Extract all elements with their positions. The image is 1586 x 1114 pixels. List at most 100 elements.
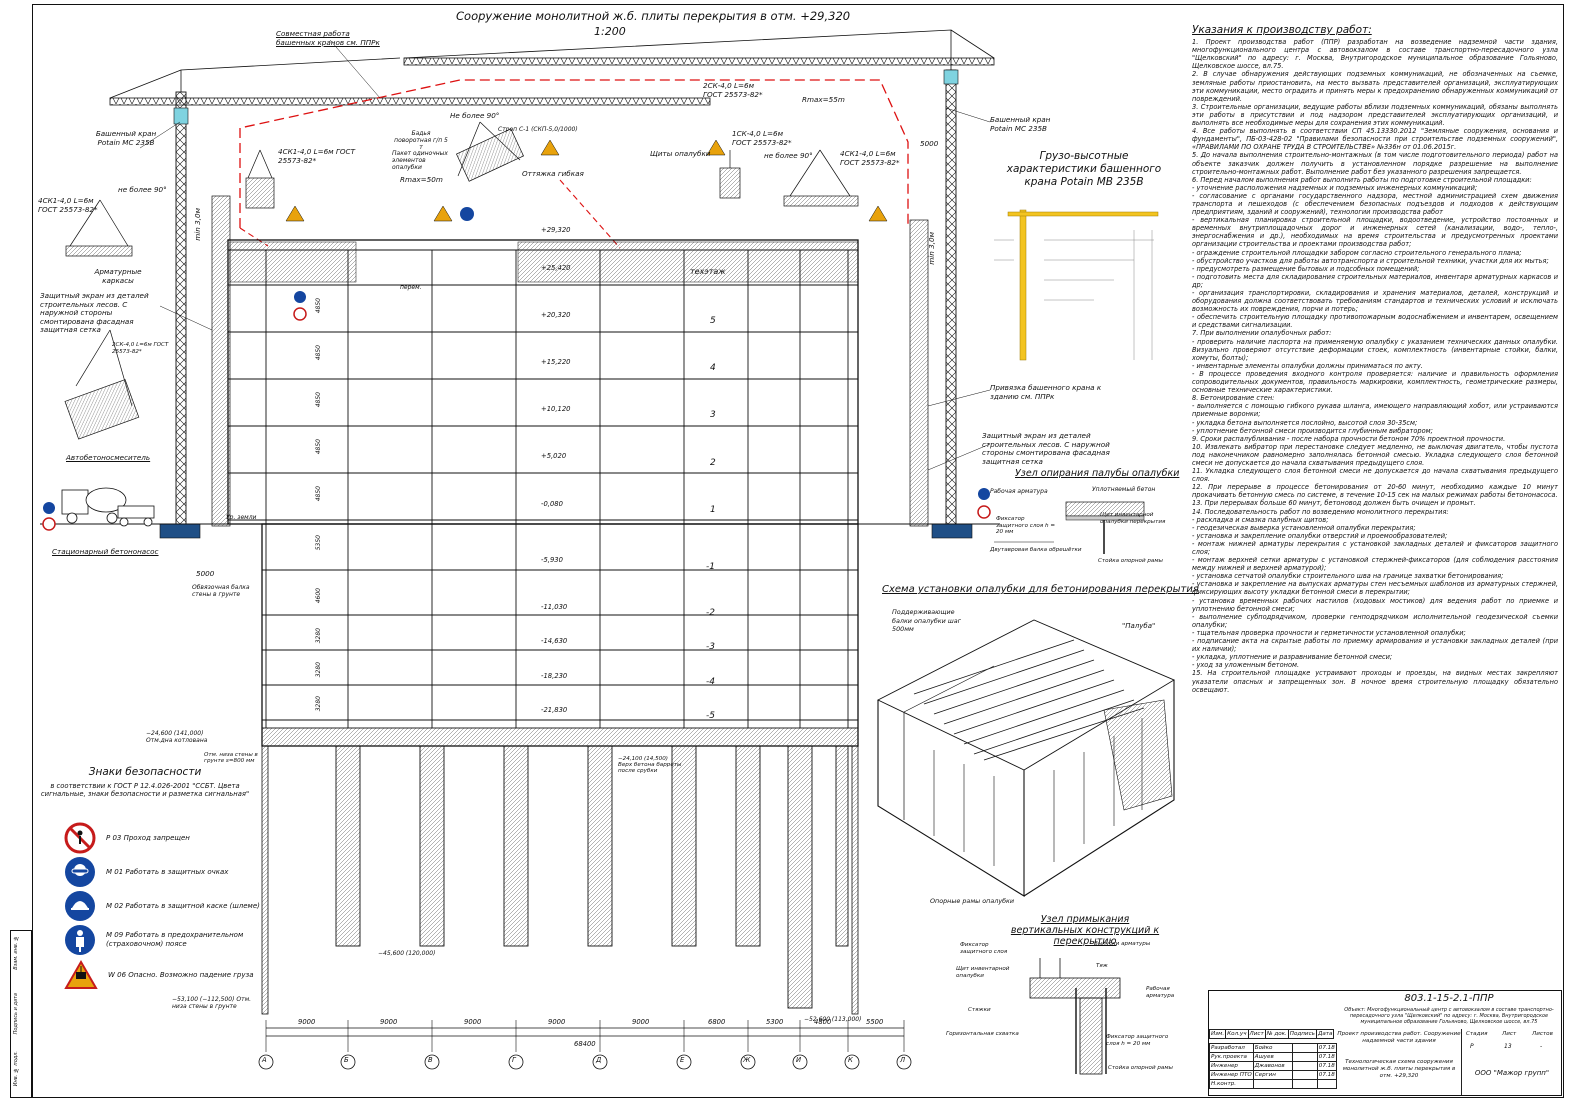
sling-6-label: 2СК-4,0 L=6м ГОСТ 25573-82* [112,342,169,355]
height-right: min 3,0м [927,232,936,265]
stamp-h-3: № док. [1264,1029,1289,1039]
angle-3-label: не более 90° [764,151,813,160]
rmax-right-label: Rmax=55m [802,95,845,104]
sling-4-label: 4СК1-4,0 L=6м ГОСТ 25573-82* [840,149,900,167]
note-item: - установка сетчатой опалубки строительн… [1192,572,1504,581]
note-item: 9. Сроки распалубливания - после набора … [1192,434,1506,443]
stamp-h-2: Лист [1247,1029,1266,1039]
safety-signs-legend: Знаки безопасности в соответствии к ГОСТ… [40,766,250,799]
crane-load-chart [994,209,1159,361]
notes-list: 1. Проект производства работ (ППР) разра… [1192,38,1558,694]
note-item: - подготовить места для складирования ст… [1192,272,1558,289]
stamp-h-4: Подпись [1287,1029,1317,1039]
hose-label: Оттяжка гибкая [522,169,584,178]
support-label-3: Щит инвентарной опалубки перекрытия [1100,512,1166,525]
crane-tower-left [175,91,187,525]
building-above-ground [227,239,859,525]
junction-label-2: Выпуски арматуры [1094,941,1151,947]
title-block: 803.1-15-2.1-ППР Объект: Многофункционал… [1208,990,1562,1096]
concrete-pump-icon [117,505,155,527]
stamp-h-0: Изм. [1208,1029,1227,1039]
note-item: - уточнение расположения надземных и под… [1192,183,1478,192]
note-item: - геодезическая выверка установленной оп… [1192,523,1416,532]
crane-jib-right [403,57,995,66]
note-item: - обеспечить строительную площадку проти… [1192,313,1558,330]
wall-bottom-b: −53,100 (−112,500) Отм. низа стены в гру… [172,996,252,1010]
floor-num-8: -4 [706,677,715,687]
angle-1-label: не более 90° [118,185,167,194]
axis-dim-1: 9000 [380,1018,398,1026]
sign-code-0: P 03 Проход запрещен [106,833,190,842]
axis-7: И [796,1056,802,1064]
stage-header: Стадия [1466,1031,1488,1037]
pack-label: Пакет одиночных элементов опалубки [392,150,448,171]
stamp-code: 803.1-15-2.1-ППР [1404,993,1494,1004]
note-item: - подписание акта на скрытые работы по п… [1192,637,1558,654]
pile-b: −45,600 (120,000) [378,950,436,957]
note-item: - монтаж нижней арматуры перекрытия с ус… [1192,539,1558,556]
stamp-h-1: Кол.уч [1225,1029,1249,1039]
floor-num-9: -5 [706,711,715,721]
note-item: - ограждение строительной площадки забор… [1192,248,1522,257]
person-role: Разработал [1209,1043,1254,1053]
formwork-isometric [876,619,1175,897]
screen-left-label: Защитный экран из деталей строительных л… [40,291,149,334]
level-4: +10,120 [541,405,571,413]
floor-num-2: 3 [710,410,716,420]
crane-tie-label: Привязка башенного крана к зданию см. ПП… [990,383,1102,401]
sheet-header: Лист [1502,1031,1517,1037]
formwork-label-2: Опорные рамы опалубки [930,897,1015,905]
safety-subtitle: в соответствии к ГОСТ Р 12.4.026-2001 "С… [40,782,250,799]
rebar-frames-label: Арматурные каркасы [94,267,142,285]
note-item: 7. При выполнении опалубочных работ: [1192,329,1332,338]
safety-title: Знаки безопасности [88,766,202,778]
sling-5-label: 4СК1-4,0 L=6м ГОСТ 25573-82* [38,196,98,214]
person-name: Бойко [1252,1043,1293,1053]
axis-3: Г [512,1056,516,1064]
level-0: +29,320 [541,226,571,234]
axis-1: Б [344,1056,349,1064]
support-label-2: Фиксатор защитного слоя h = 20 мм [996,516,1056,536]
level-2: +20,320 [541,311,571,319]
sheets-header: Листов [1532,1031,1553,1037]
safety-sign-row: M 01 Работать в защитных очках [64,856,286,888]
sign-code-3: M 09 Работать в предохранительном (страх… [106,931,244,948]
note-item: - укладка, уплотнение и разравнивание бе… [1192,653,1393,662]
dim-5000-right: 5000 [920,139,939,148]
note-item: - уплотнение бетонной смеси производится… [1192,426,1433,435]
pump-label: Стационарный бетононасос [52,547,159,556]
shields-label: Щиты опалубки [650,149,711,158]
axis-0: А [262,1056,267,1064]
support-label-4: Двутавровая балка обрешётки [990,547,1082,553]
stamp-h-5: Дата [1315,1029,1335,1039]
pile [335,745,361,947]
note-item: 6. Перед началом выполнения работ выполн… [1192,175,1532,184]
note-item: - выполнение субподрядчиком, проверки ге… [1192,612,1558,629]
pile-a: −24,100 (14,500) Верх бетона барреты пос… [618,756,682,774]
story-h-9: 3280 [315,696,322,712]
mixer-label: Автобетоносмеситель [66,453,151,462]
axis-9: Л [900,1056,906,1064]
level-5: +5,020 [541,452,567,460]
stage-value: Р [1470,1043,1474,1050]
sheet-value: 13 [1504,1043,1512,1050]
story-h-6: 4600 [315,588,322,604]
person-role: Н.контр. [1209,1079,1254,1089]
crane-tower-right [945,69,957,525]
sling-sorted-label: Строп С-1 (СКП-5,0/1000) [498,126,578,133]
note-item: 13. При перерывах больше 60 минут, бетон… [1192,499,1476,508]
sign-code-1: M 01 Работать в защитных очках [106,867,229,876]
note-item: - монтаж верхней сетки арматуры с устано… [1192,556,1558,573]
no-entry-icon [64,822,96,854]
axis-dim-6: 5300 [766,1018,784,1026]
sheets-value: - [1540,1043,1543,1050]
note-item: - организация транспортировки, складиров… [1192,289,1558,314]
level-1: +25,420 [541,264,571,272]
story-h-2: 4850 [315,392,322,408]
junction-label-5: Стяжки [968,1007,991,1013]
junction-label-8: Стойка опорной рамы [1108,1065,1173,1071]
goggles-icon [65,857,95,887]
person-role: Инженер [1209,1061,1254,1071]
note-item: - раскладка и смазка палубных щитов; [1192,515,1329,524]
crane-joint-label: Совместная работа башенных кранов см. ПП… [276,29,380,47]
